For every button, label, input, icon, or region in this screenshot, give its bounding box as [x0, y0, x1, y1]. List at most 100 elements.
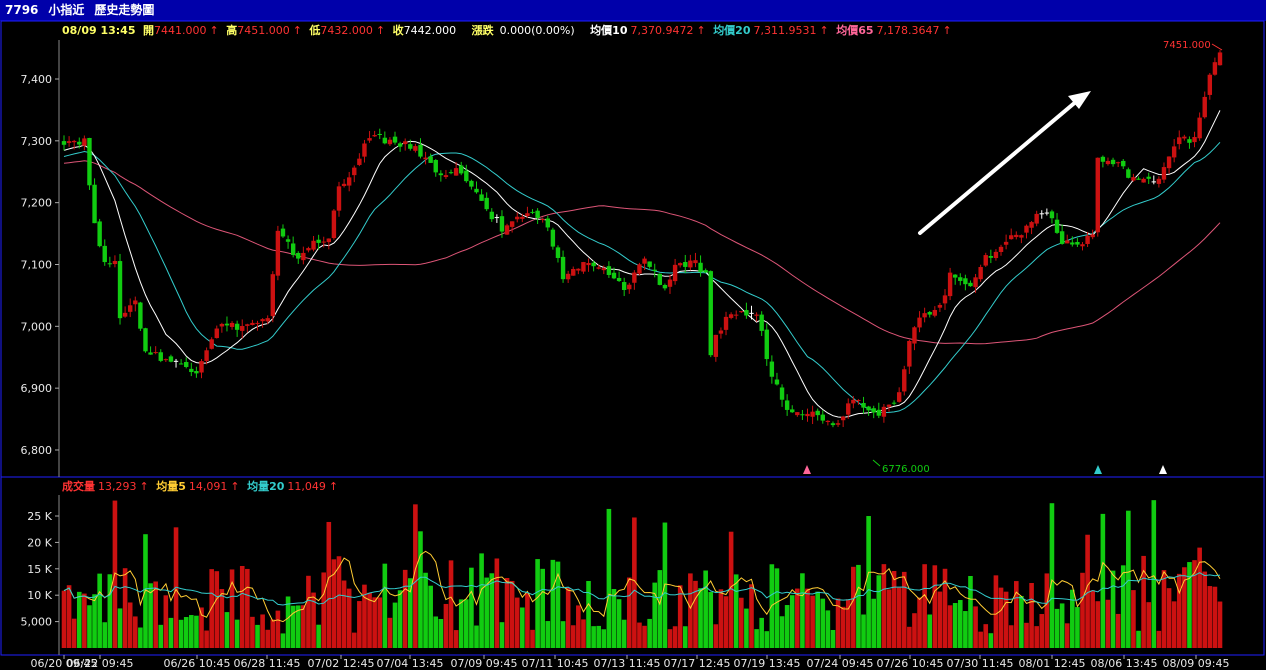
- volume-bar: [978, 631, 983, 648]
- volume-bar: [718, 589, 724, 648]
- volume-bar: [66, 585, 72, 648]
- volume-bar: [341, 580, 347, 648]
- candle: [866, 405, 871, 416]
- candle: [616, 271, 622, 282]
- candle: [1075, 237, 1080, 247]
- candle: [1187, 136, 1192, 149]
- volume-bar: [774, 568, 780, 648]
- candle: [515, 212, 520, 223]
- candle: [1212, 57, 1218, 76]
- volume-bar: [657, 570, 663, 648]
- candle: [825, 420, 831, 426]
- candle: [341, 179, 347, 188]
- candle: [1100, 155, 1106, 168]
- volume-bar: [1064, 623, 1070, 648]
- volume-bar: [1151, 500, 1157, 648]
- candle: [815, 408, 820, 421]
- volume-bar: [805, 588, 810, 648]
- svg-text:08/09 13:45 開7441.000↑: 08/09 13:45 開7441.000 ↑ 高7451.000 ↑ 低7432.…: [62, 23, 952, 37]
- ma65-line: [63, 160, 1221, 345]
- volume-bar: [275, 610, 281, 648]
- candle: [402, 138, 408, 151]
- chart-canvas[interactable]: 08/09 13:45 開7441.000 ↑ 高7451.000 ↑ 低7432.…: [0, 0, 1266, 670]
- volume-bar: [1100, 513, 1106, 648]
- volume-bar: [479, 553, 484, 648]
- candle: [520, 213, 525, 223]
- volume-bar: [744, 608, 749, 648]
- volume-bar: [1141, 555, 1146, 648]
- volume-bar: [545, 621, 551, 648]
- candle: [835, 419, 841, 427]
- candle: [245, 323, 250, 333]
- volume-bar: [1008, 625, 1014, 648]
- volume-bar: [71, 618, 77, 648]
- volume-bar: [183, 617, 189, 648]
- candle: [122, 306, 128, 318]
- volume-bar: [601, 629, 607, 648]
- volume-bar: [1070, 589, 1075, 648]
- volume-bar: [896, 587, 902, 648]
- volume-bar: [733, 574, 739, 648]
- volume-bar: [1039, 614, 1045, 648]
- candle: [672, 258, 678, 285]
- candle: [1049, 209, 1055, 224]
- candle: [260, 318, 265, 328]
- candle: [876, 402, 882, 419]
- volume-bar: [952, 603, 958, 648]
- volume-bar: [525, 592, 530, 648]
- volume-bar: [988, 633, 994, 648]
- candle: [744, 302, 749, 319]
- candle: [469, 179, 474, 190]
- ma65-value: 7,178.3647: [877, 24, 940, 37]
- candle: [530, 209, 535, 215]
- signal-marker-icon: [1159, 465, 1167, 474]
- ma10-path: [63, 110, 1221, 418]
- candle: [988, 249, 994, 264]
- volume-tick-label: 15 K: [27, 563, 52, 576]
- candle: [764, 323, 769, 366]
- x-tick-label: 08/06 13:45: [1091, 657, 1158, 670]
- volume-bar: [484, 577, 489, 648]
- volume-bar: [856, 564, 861, 648]
- candle: [377, 128, 382, 140]
- candle: [178, 359, 184, 365]
- volume-bar: [1024, 622, 1029, 648]
- candle: [1039, 210, 1044, 219]
- volume-bar: [234, 619, 240, 648]
- volume-bar: [1207, 586, 1213, 648]
- volume-bar: [219, 589, 225, 648]
- volume-info-bar: 成交量 13,293 ↑ 均量5 14,091 ↑ 均量20 11,049 ↑: [62, 479, 338, 493]
- candle: [265, 315, 270, 325]
- candle: [1115, 161, 1121, 168]
- vol-arrow: ↑: [140, 480, 149, 493]
- volume-bar: [418, 531, 423, 648]
- candle: [1131, 173, 1136, 182]
- volume-bar: [1049, 503, 1055, 648]
- candle: [275, 225, 281, 281]
- ma20-path: [63, 141, 1221, 414]
- candle: [983, 252, 988, 267]
- volume-bar: [688, 573, 693, 648]
- candle: [214, 325, 219, 339]
- candle: [346, 171, 352, 192]
- candle: [917, 311, 922, 333]
- candle: [734, 310, 739, 320]
- x-tick-label: 07/30 11:45: [947, 657, 1014, 670]
- candle: [173, 358, 179, 368]
- volume-bar: [611, 589, 617, 648]
- volume-bar: [581, 619, 586, 648]
- candle: [1136, 176, 1141, 180]
- candle: [418, 138, 423, 159]
- x-tick-label: 07/24 09:45: [807, 657, 874, 670]
- volume-bar: [876, 575, 882, 648]
- volume-bar: [703, 570, 708, 648]
- volume-bar: [92, 594, 97, 648]
- candle: [881, 403, 887, 423]
- candle: [1044, 208, 1050, 216]
- volume-bar: [245, 568, 250, 648]
- low-marker-label: 6776.000: [882, 464, 930, 475]
- candle: [795, 412, 800, 417]
- candle: [713, 334, 719, 362]
- x-tick-label: 08/09 09:45: [1163, 657, 1230, 670]
- volume-bar: [514, 597, 520, 648]
